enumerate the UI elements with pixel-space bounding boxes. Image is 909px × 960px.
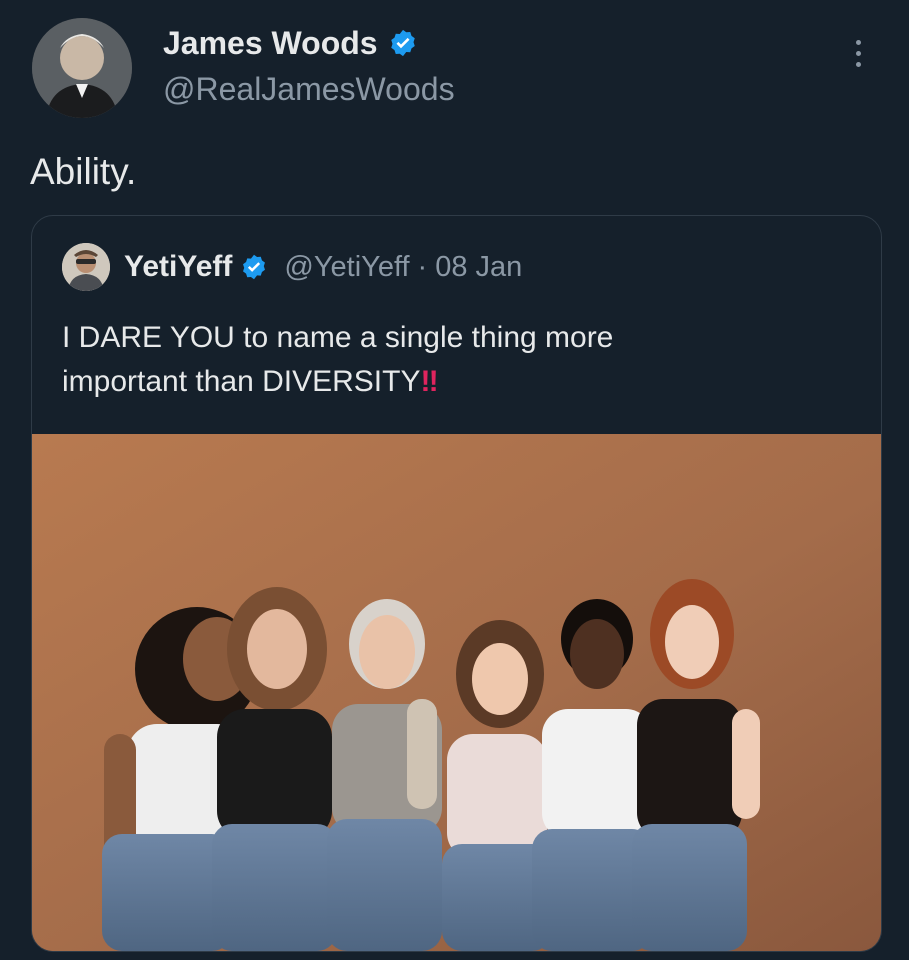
quoted-text-line-1: I DARE YOU to name a single thing more	[62, 321, 614, 354]
quoted-author-avatar[interactable]	[62, 243, 110, 291]
quoted-author-name[interactable]: YetiYeff	[124, 250, 232, 284]
header-separator: ·	[417, 250, 428, 283]
quoted-author-handle[interactable]: @YetiYeff	[284, 251, 409, 284]
quoted-tweet-card[interactable]: YetiYeff @YetiYeff · 08 Jan I DARE YOU t…	[31, 215, 882, 952]
double-exclamation-emoji: ‼	[420, 365, 438, 398]
quoted-tweet-date[interactable]: 08 Jan	[435, 251, 522, 284]
author-name-row: James Woods	[163, 24, 418, 62]
tweet-text: Ability.	[30, 151, 137, 192]
woman-2	[212, 587, 337, 951]
quoted-tweet-photo[interactable]	[32, 434, 881, 951]
author-display-name[interactable]: James Woods	[163, 24, 378, 62]
more-vertical-icon[interactable]	[848, 40, 868, 80]
quoted-tweet-text: I DARE YOU to name a single thing more i…	[62, 316, 842, 404]
verified-badge-icon	[390, 29, 415, 57]
group-photo-six-women-icon	[32, 434, 881, 951]
quoted-text-line-2: important than DIVERSITY‼	[62, 360, 842, 404]
profile-photo-icon	[62, 243, 110, 291]
profile-photo-icon	[32, 18, 132, 118]
tweet-view: James Woods @RealJamesWoods Ability. Yet…	[0, 0, 909, 960]
quoted-tweet-header: YetiYeff @YetiYeff · 08 Jan	[62, 243, 522, 291]
author-avatar[interactable]	[32, 18, 132, 118]
author-handle[interactable]: @RealJamesWoods	[163, 70, 455, 108]
verified-badge-icon	[243, 254, 266, 280]
quoted-text-line-2-text: important than DIVERSITY	[62, 365, 421, 398]
